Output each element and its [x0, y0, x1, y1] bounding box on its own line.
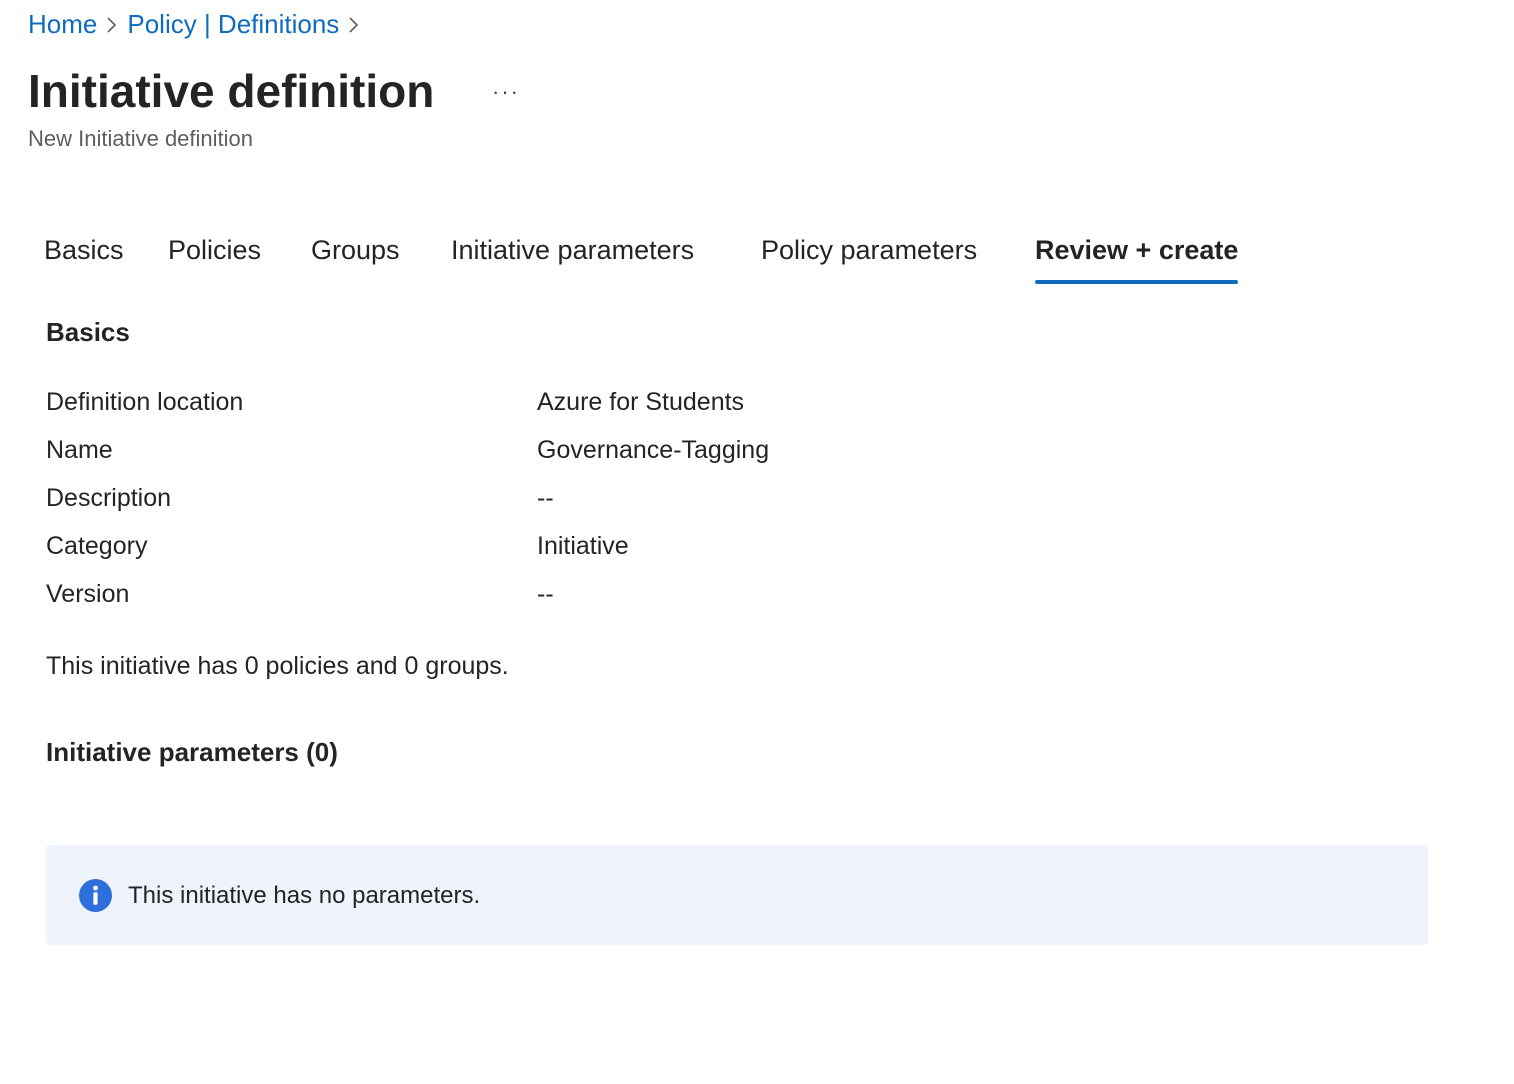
page-subtitle: New Initiative definition	[28, 126, 254, 151]
detail-label: Name	[46, 436, 113, 464]
detail-value: --	[537, 484, 554, 512]
breadcrumb-policy-definitions-link[interactable]: Policy | Definitions	[127, 6, 339, 42]
info-message: This initiative has no parameters.	[128, 882, 481, 909]
detail-row-version: Version --	[46, 574, 1246, 622]
basics-heading: Basics	[46, 317, 130, 347]
chevron-right-icon	[97, 6, 127, 42]
detail-row-name: Name Governance-Tagging	[46, 430, 1246, 478]
detail-row-category: Category Initiative	[46, 526, 1246, 574]
page: Home Policy | Definitions Initiative def…	[0, 0, 1514, 1084]
breadcrumb: Home Policy | Definitions	[28, 6, 369, 42]
policies-groups-summary: This initiative has 0 policies and 0 gro…	[46, 652, 509, 680]
tab-policies[interactable]: Policies	[168, 228, 261, 278]
detail-row-description: Description --	[46, 478, 1246, 526]
detail-label: Description	[46, 484, 172, 512]
detail-label: Version	[46, 580, 130, 608]
detail-value: --	[537, 580, 554, 608]
initiative-parameters-heading: Initiative parameters (0)	[46, 737, 338, 767]
detail-value: Governance-Tagging	[537, 436, 770, 464]
detail-label: Definition location	[46, 388, 244, 416]
page-title: Initiative definition	[28, 65, 435, 117]
detail-value: Initiative	[537, 532, 629, 560]
info-banner: This initiative has no parameters.	[46, 845, 1428, 945]
more-options-button[interactable]: ···	[484, 74, 528, 110]
detail-value: Azure for Students	[537, 388, 745, 416]
breadcrumb-home-link[interactable]: Home	[28, 6, 97, 42]
chevron-right-icon	[339, 6, 369, 42]
tab-initiative-parameters[interactable]: Initiative parameters	[451, 228, 694, 278]
tab-review-create[interactable]: Review + create	[1035, 228, 1239, 284]
tab-basics[interactable]: Basics	[44, 228, 124, 278]
tab-bar: Basics Policies Groups Initiative parame…	[0, 228, 1514, 286]
tab-policy-parameters[interactable]: Policy parameters	[761, 228, 977, 278]
tab-groups[interactable]: Groups	[311, 228, 400, 278]
detail-label: Category	[46, 532, 148, 560]
detail-row-definition-location: Definition location Azure for Students	[46, 382, 1246, 430]
basics-details: Definition location Azure for Students N…	[46, 382, 1246, 622]
info-icon	[79, 879, 112, 912]
